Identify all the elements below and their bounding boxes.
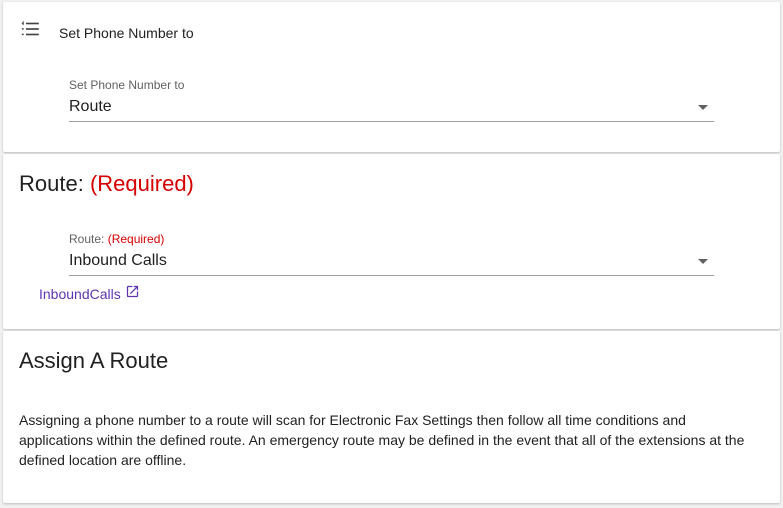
set-phone-number-card: Set Phone Number to Set Phone Number to … [3,2,780,152]
chevron-down-icon[interactable] [698,105,708,110]
route-select[interactable]: Route: (Required) Inbound Calls [69,231,714,276]
open-in-new-icon[interactable] [125,284,140,299]
chevron-down-icon[interactable] [698,259,708,264]
card-header-title: Set Phone Number to [59,25,194,41]
route-card: Route: (Required) Route: (Required) Inbo… [3,154,780,329]
route-value: Inbound Calls [69,252,167,269]
inbound-calls-link-text[interactable]: InboundCalls [39,286,121,302]
set-phone-number-control[interactable]: Route [69,93,714,122]
set-phone-number-select[interactable]: Set Phone Number to Route [69,77,714,122]
assign-route-description: Assigning a phone number to a route will… [19,412,745,468]
assign-route-title: Assign A Route [19,348,169,373]
route-section-title: Route: (Required) [19,171,194,196]
set-phone-number-label: Set Phone Number to [69,78,185,92]
route-control[interactable]: Inbound Calls [69,247,714,276]
route-required-label: (Required) [107,232,165,246]
list-numbered-icon [21,21,39,36]
set-phone-number-value: Route [69,98,112,115]
required-indicator: (Required) [89,171,194,196]
assign-route-card: Assign A Route Assigning a phone number … [3,331,780,503]
inbound-calls-link[interactable]: InboundCalls [39,284,140,302]
route-label: Route: (Required) [69,232,165,246]
